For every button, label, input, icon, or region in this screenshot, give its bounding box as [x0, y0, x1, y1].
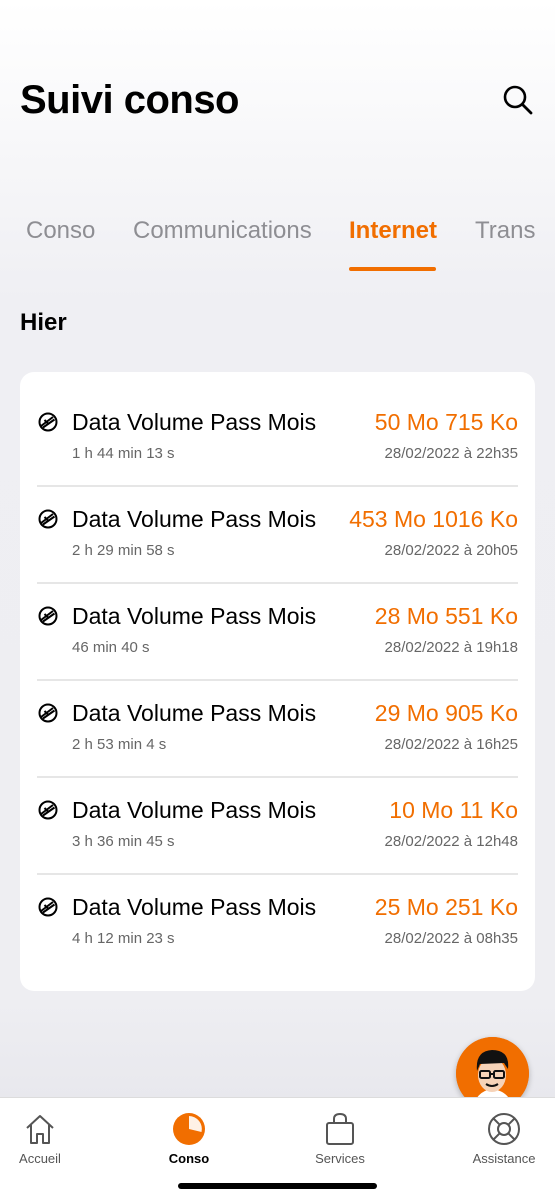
- row-title: Data Volume Pass Mois: [72, 700, 317, 726]
- home-indicator[interactable]: [178, 1183, 377, 1189]
- data-globe-icon: [38, 800, 58, 820]
- section-title: Hier: [20, 309, 67, 336]
- row-title: Data Volume Pass Mois: [72, 894, 317, 920]
- row-volume: 50 Mo 715 Ko: [374, 409, 518, 435]
- row-title: Data Volume Pass Mois: [72, 603, 317, 629]
- usage-row[interactable]: Data Volume Pass Mois 46 min 40 s 28 Mo …: [20, 566, 535, 681]
- row-duration: 46 min 40 s: [72, 639, 150, 656]
- pie-chart-icon: [173, 1113, 205, 1145]
- lifebuoy-icon: [488, 1113, 520, 1145]
- usage-row[interactable]: Data Volume Pass Mois 4 h 12 min 23 s 25…: [20, 857, 535, 954]
- tab-internet[interactable]: Internet: [349, 217, 437, 245]
- row-date: 28/02/2022 à 16h25: [384, 736, 518, 753]
- home-icon: [26, 1115, 54, 1144]
- row-duration: 2 h 53 min 4 s: [72, 736, 167, 753]
- row-title: Data Volume Pass Mois: [72, 409, 317, 435]
- active-tab-indicator: [349, 267, 436, 271]
- tabbar-item-conso[interactable]: Conso: [139, 1098, 239, 1178]
- row-duration: 3 h 36 min 45 s: [72, 833, 175, 850]
- tab-conso[interactable]: Conso: [26, 217, 95, 245]
- header: Suivi conso: [0, 0, 555, 160]
- tab-transactions[interactable]: Trans: [475, 217, 535, 245]
- usage-row[interactable]: Data Volume Pass Mois 3 h 36 min 45 s 10…: [20, 760, 535, 875]
- row-date: 28/02/2022 à 12h48: [384, 833, 518, 850]
- data-globe-icon: [38, 509, 58, 529]
- tabbar-item-assistance[interactable]: Assistance: [454, 1098, 554, 1178]
- row-title: Data Volume Pass Mois: [72, 506, 317, 532]
- row-duration: 4 h 12 min 23 s: [72, 930, 175, 947]
- row-volume: 28 Mo 551 Ko: [374, 603, 518, 629]
- tabbar-label: Conso: [168, 1151, 210, 1166]
- tabbar-label: Assistance: [472, 1151, 536, 1166]
- tabbar-label: Services: [315, 1151, 365, 1166]
- row-date: 28/02/2022 à 20h05: [384, 542, 518, 559]
- data-globe-icon: [38, 897, 58, 917]
- usage-row[interactable]: Data Volume Pass Mois 2 h 53 min 4 s 29 …: [20, 663, 535, 778]
- row-volume: 29 Mo 905 Ko: [374, 700, 518, 726]
- row-date: 28/02/2022 à 08h35: [384, 930, 518, 947]
- tabbar-label: Accueil: [19, 1151, 61, 1166]
- data-globe-icon: [38, 412, 58, 432]
- row-volume: 453 Mo 1016 Ko: [349, 506, 518, 532]
- usage-list: Data Volume Pass Mois 1 h 44 min 13 s 50…: [20, 372, 535, 991]
- data-globe-icon: [38, 703, 58, 723]
- row-date: 28/02/2022 à 22h35: [384, 445, 518, 462]
- tab-communications[interactable]: Communications: [133, 217, 312, 245]
- data-globe-icon: [38, 606, 58, 626]
- shopping-bag-icon: [326, 1112, 354, 1145]
- usage-row[interactable]: Data Volume Pass Mois 1 h 44 min 13 s 50…: [20, 372, 535, 487]
- row-volume: 25 Mo 251 Ko: [374, 894, 518, 920]
- search-button[interactable]: [500, 83, 536, 119]
- row-duration: 2 h 29 min 58 s: [72, 542, 175, 559]
- row-duration: 1 h 44 min 13 s: [72, 445, 175, 462]
- usage-row[interactable]: Data Volume Pass Mois 2 h 29 min 58 s 45…: [20, 469, 535, 584]
- search-icon: [503, 85, 533, 115]
- row-volume: 10 Mo 11 Ko: [389, 797, 518, 823]
- page-title: Suivi conso: [20, 78, 240, 122]
- tabbar-item-services[interactable]: Services: [290, 1098, 390, 1178]
- row-title: Data Volume Pass Mois: [72, 797, 317, 823]
- tabbar-item-accueil[interactable]: Accueil: [0, 1098, 90, 1178]
- tab-bar-top: Conso Communications Internet Trans: [0, 205, 555, 275]
- row-date: 28/02/2022 à 19h18: [384, 639, 518, 656]
